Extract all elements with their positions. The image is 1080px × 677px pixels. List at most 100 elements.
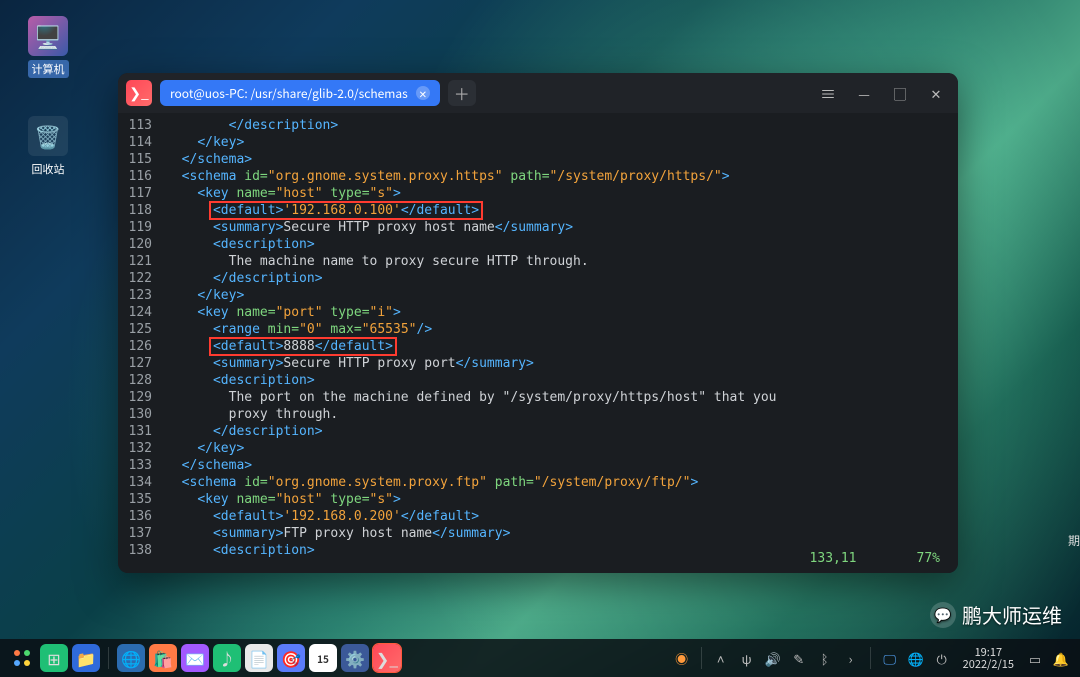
- line-number: 128: [118, 372, 166, 389]
- line-number: 135: [118, 491, 166, 508]
- tray-uget-icon[interactable]: ◉: [671, 647, 693, 669]
- menu-button[interactable]: ≡: [814, 79, 842, 107]
- taskbar: ⊞ 📁 🌐 🛍️ ✉️ ♪ 📄 🎯 15 ⚙️ ❯_ ◉ ˄ ψ 🔊 ✎ ᛒ ›…: [0, 639, 1080, 677]
- window-titlebar[interactable]: ❯_ root@uos-PC: /usr/share/glib-2.0/sche…: [118, 73, 958, 113]
- code-line: 121 The machine name to proxy secure HTT…: [118, 253, 958, 270]
- code-line: 118 <default>'192.168.0.100'</default>: [118, 202, 958, 219]
- line-content: <schema id="org.gnome.system.proxy.https…: [166, 168, 958, 185]
- tray-network-icon[interactable]: 🌐: [905, 647, 927, 669]
- line-number: 121: [118, 253, 166, 270]
- terminal-taskbar-icon[interactable]: ❯_: [373, 644, 401, 672]
- code-line: 126 <default>8888</default>: [118, 338, 958, 355]
- line-number: 129: [118, 389, 166, 406]
- code-line: 113 </description>: [118, 117, 958, 134]
- line-content: </description>: [166, 117, 958, 134]
- code-line: 133 </schema>: [118, 457, 958, 474]
- code-line: 128 <description>: [118, 372, 958, 389]
- settings-icon[interactable]: ⚙️: [341, 644, 369, 672]
- app-store-icon[interactable]: 🛍️: [149, 644, 177, 672]
- desktop-icon-computer[interactable]: 🖥️ 计算机: [18, 16, 78, 78]
- code-line: 134 <schema id="org.gnome.system.proxy.f…: [118, 474, 958, 491]
- cursor-position: 133,11: [810, 550, 857, 567]
- line-content: The machine name to proxy secure HTTP th…: [166, 253, 958, 270]
- line-content: <description>: [166, 372, 958, 389]
- calendar-icon[interactable]: 15: [309, 644, 337, 672]
- trash-icon: 🗑️: [28, 116, 68, 156]
- terminal-tab[interactable]: root@uos-PC: /usr/share/glib-2.0/schemas…: [160, 80, 440, 106]
- tray-expand-icon[interactable]: ˄: [710, 647, 732, 669]
- code-line: 131 </description>: [118, 423, 958, 440]
- code-line: 129 The port on the machine defined by "…: [118, 389, 958, 406]
- launcher-icon[interactable]: [8, 644, 36, 672]
- line-number: 117: [118, 185, 166, 202]
- line-content: <key name="host" type="s">: [166, 491, 958, 508]
- screenshot-icon[interactable]: 🎯: [277, 644, 305, 672]
- terminal-app-icon: ❯_: [126, 80, 152, 106]
- tray-display-icon[interactable]: 🖵: [879, 647, 901, 669]
- tab-close-icon[interactable]: ✕: [416, 86, 430, 100]
- line-content: <summary>FTP proxy host name</summary>: [166, 525, 958, 542]
- line-number: 126: [118, 338, 166, 355]
- watermark-text: 鹏大师运维: [962, 600, 1062, 629]
- code-line: 132 </key>: [118, 440, 958, 457]
- line-content: <summary>Secure HTTP proxy host name</su…: [166, 219, 958, 236]
- code-line: 124 <key name="port" type="i">: [118, 304, 958, 321]
- text-editor-icon[interactable]: 📄: [245, 644, 273, 672]
- line-number: 130: [118, 406, 166, 423]
- code-line: 123 </key>: [118, 287, 958, 304]
- code-line: 114 </key>: [118, 134, 958, 151]
- line-content: The port on the machine defined by "/sys…: [166, 389, 958, 406]
- maximize-button[interactable]: ▢: [886, 79, 914, 107]
- code-line: 136 <default>'192.168.0.200'</default>: [118, 508, 958, 525]
- line-content: <default>'192.168.0.200'</default>: [166, 508, 958, 525]
- line-content: <default>8888</default>: [166, 338, 958, 355]
- desktop-icon-label: 计算机: [28, 60, 69, 78]
- code-line: 130 proxy through.: [118, 406, 958, 423]
- vim-statusbar: 133,11 77%: [810, 550, 940, 567]
- line-number: 122: [118, 270, 166, 287]
- taskbar-clock[interactable]: 19:17 2022/2/15: [963, 646, 1014, 670]
- line-content: </key>: [166, 134, 958, 151]
- tray-chevron-icon[interactable]: ›: [840, 647, 862, 669]
- line-number: 132: [118, 440, 166, 457]
- line-content: </key>: [166, 287, 958, 304]
- tray-desktop-icon[interactable]: ▭: [1024, 647, 1046, 669]
- line-content: </key>: [166, 440, 958, 457]
- line-number: 118: [118, 202, 166, 219]
- desktop-icon-label: 回收站: [28, 160, 69, 178]
- line-number: 138: [118, 542, 166, 559]
- line-number: 127: [118, 355, 166, 372]
- tray-input-icon[interactable]: ✎: [788, 647, 810, 669]
- line-number: 119: [118, 219, 166, 236]
- line-number: 137: [118, 525, 166, 542]
- minimize-button[interactable]: —: [850, 79, 878, 107]
- tray-power-icon[interactable]: ⏻: [931, 647, 953, 669]
- tray-volume-icon[interactable]: 🔊: [762, 647, 784, 669]
- line-content: <description>: [166, 236, 958, 253]
- editor-area[interactable]: 113 </description>114 </key>115 </schema…: [118, 113, 958, 573]
- browser-icon[interactable]: 🌐: [117, 644, 145, 672]
- desktop-icon-trash[interactable]: 🗑️ 回收站: [18, 116, 78, 178]
- close-button[interactable]: ✕: [922, 79, 950, 107]
- line-content: <range min="0" max="65535"/>: [166, 321, 958, 338]
- line-number: 123: [118, 287, 166, 304]
- tray-usb-icon[interactable]: ψ: [736, 647, 758, 669]
- files-icon[interactable]: 📁: [72, 644, 100, 672]
- line-content: </description>: [166, 423, 958, 440]
- line-content: <key name="port" type="i">: [166, 304, 958, 321]
- tray-notification-icon[interactable]: 🔔: [1050, 647, 1072, 669]
- line-content: </schema>: [166, 151, 958, 168]
- mail-icon[interactable]: ✉️: [181, 644, 209, 672]
- multitask-icon[interactable]: ⊞: [40, 644, 68, 672]
- code-line: 117 <key name="host" type="s">: [118, 185, 958, 202]
- line-content: <default>'192.168.0.100'</default>: [166, 202, 958, 219]
- tray-bluetooth-icon[interactable]: ᛒ: [814, 647, 836, 669]
- music-icon[interactable]: ♪: [213, 644, 241, 672]
- clock-date: 2022/2/15: [963, 658, 1014, 670]
- tab-title: root@uos-PC: /usr/share/glib-2.0/schemas: [170, 85, 408, 102]
- line-number: 131: [118, 423, 166, 440]
- wechat-icon: 💬: [930, 602, 956, 628]
- watermark: 💬 鹏大师运维: [930, 600, 1062, 629]
- line-number: 113: [118, 117, 166, 134]
- new-tab-button[interactable]: ＋: [448, 80, 476, 106]
